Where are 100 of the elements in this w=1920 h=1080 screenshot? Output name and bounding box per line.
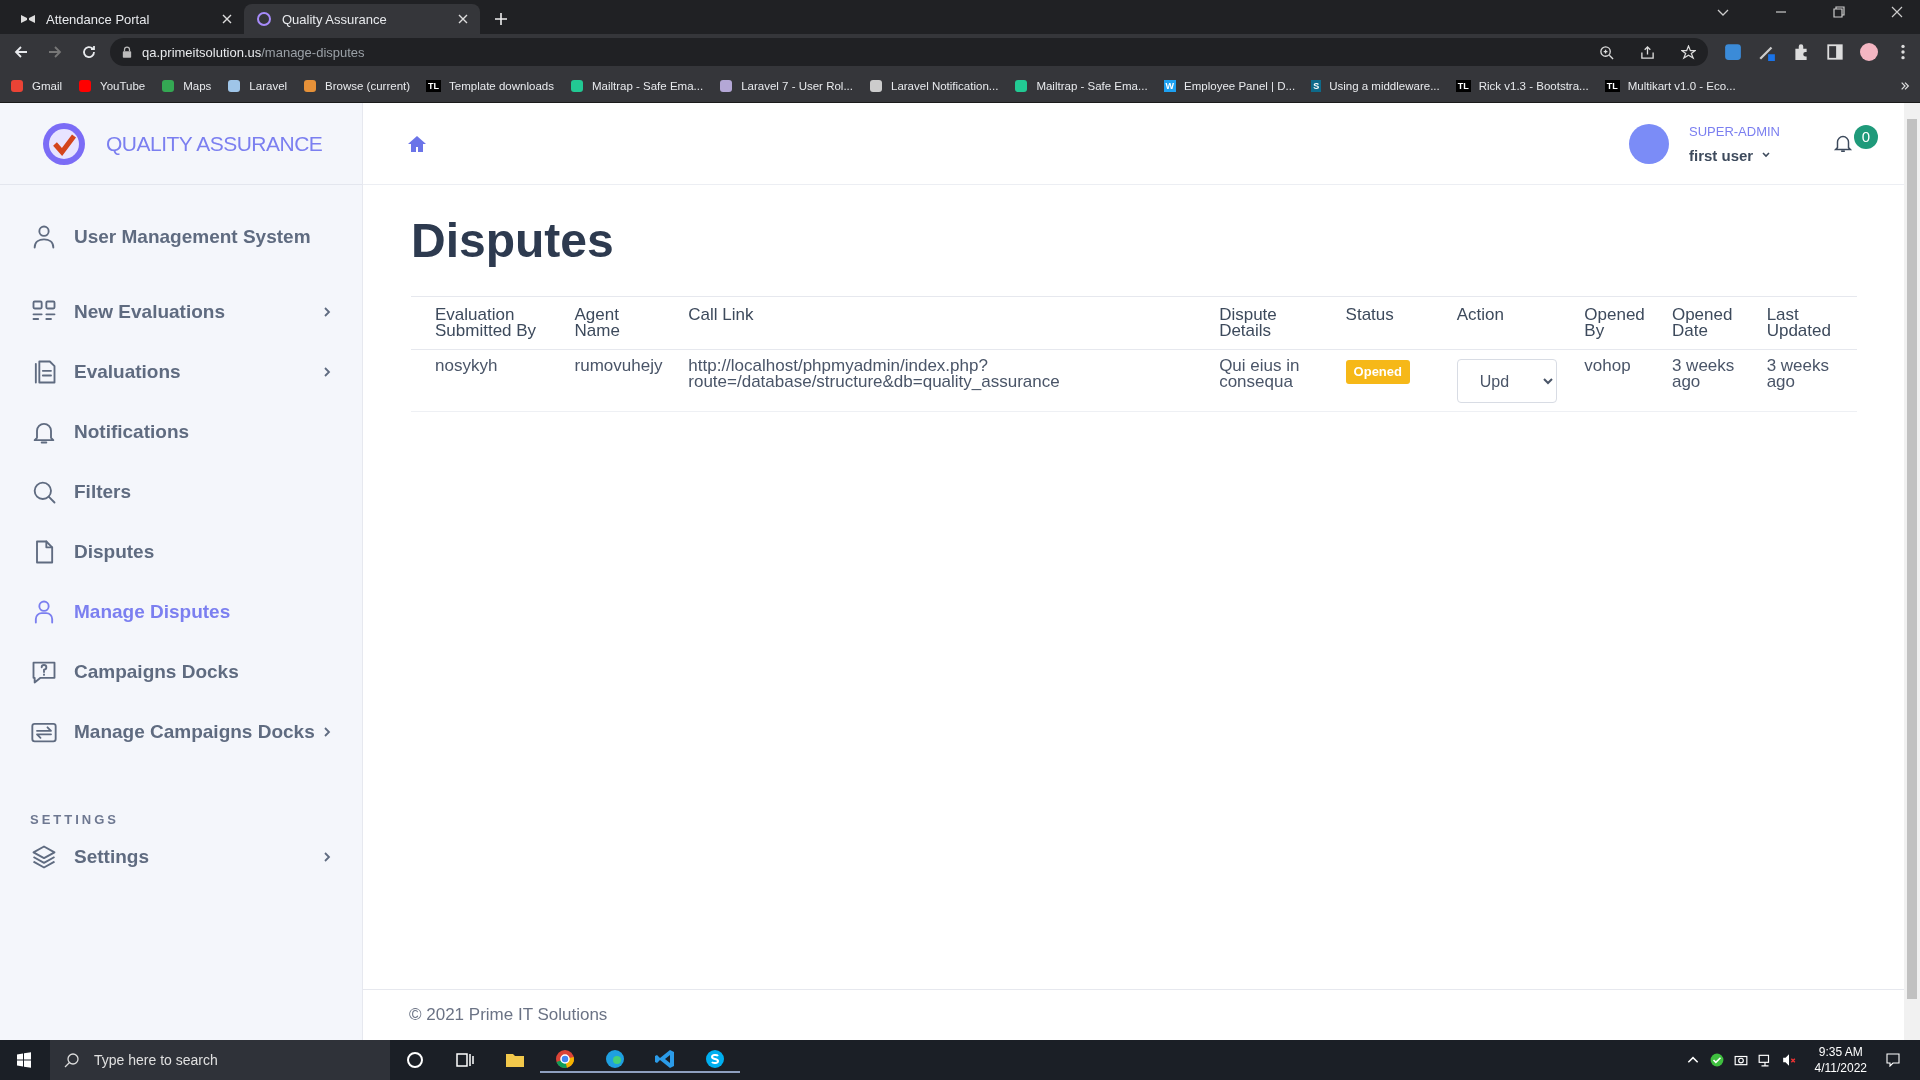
camera-icon[interactable] [1733, 1053, 1748, 1067]
chrome-icon[interactable] [540, 1047, 590, 1073]
bookmark-favicon [303, 79, 318, 93]
bookmark-item[interactable]: W Employee Panel | D... [1163, 80, 1296, 92]
bookmark-item[interactable]: Laravel 7 - User Rol... [719, 79, 853, 93]
bookmark-favicon [869, 79, 883, 93]
table-cell: rumovuhejy [574, 356, 663, 375]
column-header: Action [1444, 296, 1573, 350]
bookmark-favicon: S [1311, 80, 1322, 92]
close-icon[interactable] [458, 14, 468, 24]
puzzle-icon[interactable] [1792, 43, 1810, 61]
bookmark-favicon [10, 79, 24, 93]
column-header: Opened Date [1659, 296, 1755, 350]
page-title: Disputes [411, 213, 615, 268]
sidebar-item[interactable]: New Evaluations [30, 282, 332, 342]
address-bar[interactable]: qa.primeitsolution.us/manage-disputes [110, 38, 1708, 66]
user-role: SUPER-ADMIN [1689, 123, 1780, 139]
skype-icon[interactable] [690, 1047, 740, 1073]
bookmark-favicon [1014, 79, 1029, 93]
edge-icon[interactable] [590, 1047, 640, 1073]
bookmark-item[interactable]: Browse (current) [303, 79, 411, 93]
search-icon [64, 1052, 80, 1068]
sidebar-item[interactable]: Settings [30, 827, 332, 887]
side-panel-icon[interactable] [1826, 43, 1844, 61]
scrollbar[interactable] [1904, 103, 1920, 1040]
bookmark-favicon [719, 79, 734, 93]
bookmark-favicon: TL [1455, 80, 1471, 92]
column-header: Agent Name [562, 296, 677, 350]
caret-icon [1761, 150, 1772, 160]
column-header: Status [1333, 296, 1445, 350]
avatar-circle[interactable] [1629, 123, 1669, 164]
bookmark-item[interactable]: TL Template downloads [426, 80, 554, 92]
section-label: SETTINGS [30, 812, 120, 827]
column-header: Dispute Details [1207, 296, 1334, 350]
checkmark-logo-icon [42, 121, 86, 166]
close-icon[interactable] [1890, 5, 1904, 19]
sidebar-item[interactable]: Filters [30, 462, 332, 522]
status-badge: Opened [1345, 360, 1410, 384]
speaker-muted-icon[interactable] [1781, 1053, 1796, 1067]
bookmark-item[interactable]: S Using a middleware... [1311, 80, 1440, 92]
share-icon[interactable] [1640, 44, 1655, 60]
bookmark-item[interactable]: Laravel [227, 79, 288, 93]
bookmark-item[interactable]: YouTube [78, 79, 146, 93]
sidebar-item[interactable]: Campaigns Docks [30, 642, 332, 702]
more-bookmarks-icon[interactable] [1900, 81, 1910, 91]
copyright-text: © 2021 Prime IT Solutions [409, 1005, 608, 1025]
notification-count: 0 [1854, 124, 1878, 149]
sidebar-item[interactable]: User Management System [30, 207, 332, 267]
table-cell-text: 3 weeks ago [1766, 358, 1831, 390]
user-menu[interactable]: first user [1689, 146, 1780, 164]
star-icon[interactable] [1681, 44, 1696, 60]
table-cell: nosykyh [435, 356, 498, 375]
url-text: qa.primeitsolution.us/manage-disputes [142, 44, 365, 60]
brand-name: QUALITY ASSURANCE [106, 131, 323, 156]
column-header: Evaluation Submitted By [411, 296, 563, 350]
network-icon[interactable] [1757, 1053, 1772, 1067]
bookmark-favicon [161, 79, 176, 93]
table-cell-text: Qui eius in consequa [1219, 358, 1301, 390]
column-header: Last Updated [1754, 296, 1857, 350]
bookmark-item[interactable]: TL Multikart v1.0 - Eco... [1604, 80, 1736, 92]
lock-icon [122, 46, 132, 58]
restore-icon[interactable] [1832, 5, 1846, 19]
home-icon[interactable] [407, 133, 427, 154]
notification-center-icon[interactable] [1886, 1053, 1900, 1067]
table-cell: vohop [1584, 356, 1631, 375]
browser-tab[interactable]: Quality Assurance [244, 4, 480, 34]
bookmark-favicon [78, 79, 93, 93]
bookmark-item[interactable]: Gmail [10, 79, 63, 93]
taskbar-search-box[interactable]: Type here to search [50, 1040, 390, 1080]
bookmark-favicon: W [1163, 80, 1177, 92]
extension-icon[interactable] [1724, 43, 1742, 61]
bookmark-favicon [569, 79, 584, 93]
taskbar-clock[interactable]: 9:35 AM 4/11/2022 [1814, 1044, 1867, 1076]
bookmark-item[interactable]: Maps [161, 79, 212, 93]
bookmark-favicon: TL [426, 80, 442, 92]
sidebar-item[interactable]: Manage Campaigns Docks [30, 702, 332, 762]
zoom-icon[interactable] [1599, 44, 1614, 60]
bookmark-favicon [227, 79, 242, 93]
bookmark-item[interactable]: Laravel Notification... [869, 79, 999, 93]
browser-tab[interactable]: Attendance Portal [8, 4, 244, 34]
action-select[interactable]: Upd [1456, 359, 1557, 403]
new-tab-icon[interactable] [494, 12, 508, 26]
column-header: Opened By [1572, 296, 1660, 350]
bookmark-item[interactable]: TL Rick v1.3 - Bootstra... [1455, 80, 1589, 92]
sidebar-item[interactable]: Disputes [30, 522, 332, 582]
circle-logo-icon [256, 11, 272, 27]
shield-check-icon[interactable] [1709, 1053, 1724, 1067]
close-icon[interactable] [222, 14, 232, 24]
taskbar-search-field[interactable]: Type here to search [92, 1051, 356, 1069]
sidebar-item[interactable]: Notifications [30, 402, 332, 462]
code-editor-icon[interactable] [640, 1047, 690, 1073]
layers-icon [30, 843, 58, 871]
bookmark-item[interactable]: Mailtrap - Safe Ema... [1014, 79, 1148, 93]
table-cell-text: 3 weeks ago [1671, 358, 1736, 390]
bookmark-item[interactable]: Mailtrap - Safe Ema... [569, 79, 704, 93]
bookmark-favicon: TL [1604, 80, 1620, 92]
column-header: Call Link [676, 296, 1208, 350]
profile-avatar-icon[interactable] [1860, 43, 1878, 61]
sidebar-item[interactable]: Evaluations [30, 342, 332, 402]
table-cell-text: http://localhost/phpmyadmin/index.php?route=/database/structure&db=quality_assurance [688, 358, 1061, 390]
